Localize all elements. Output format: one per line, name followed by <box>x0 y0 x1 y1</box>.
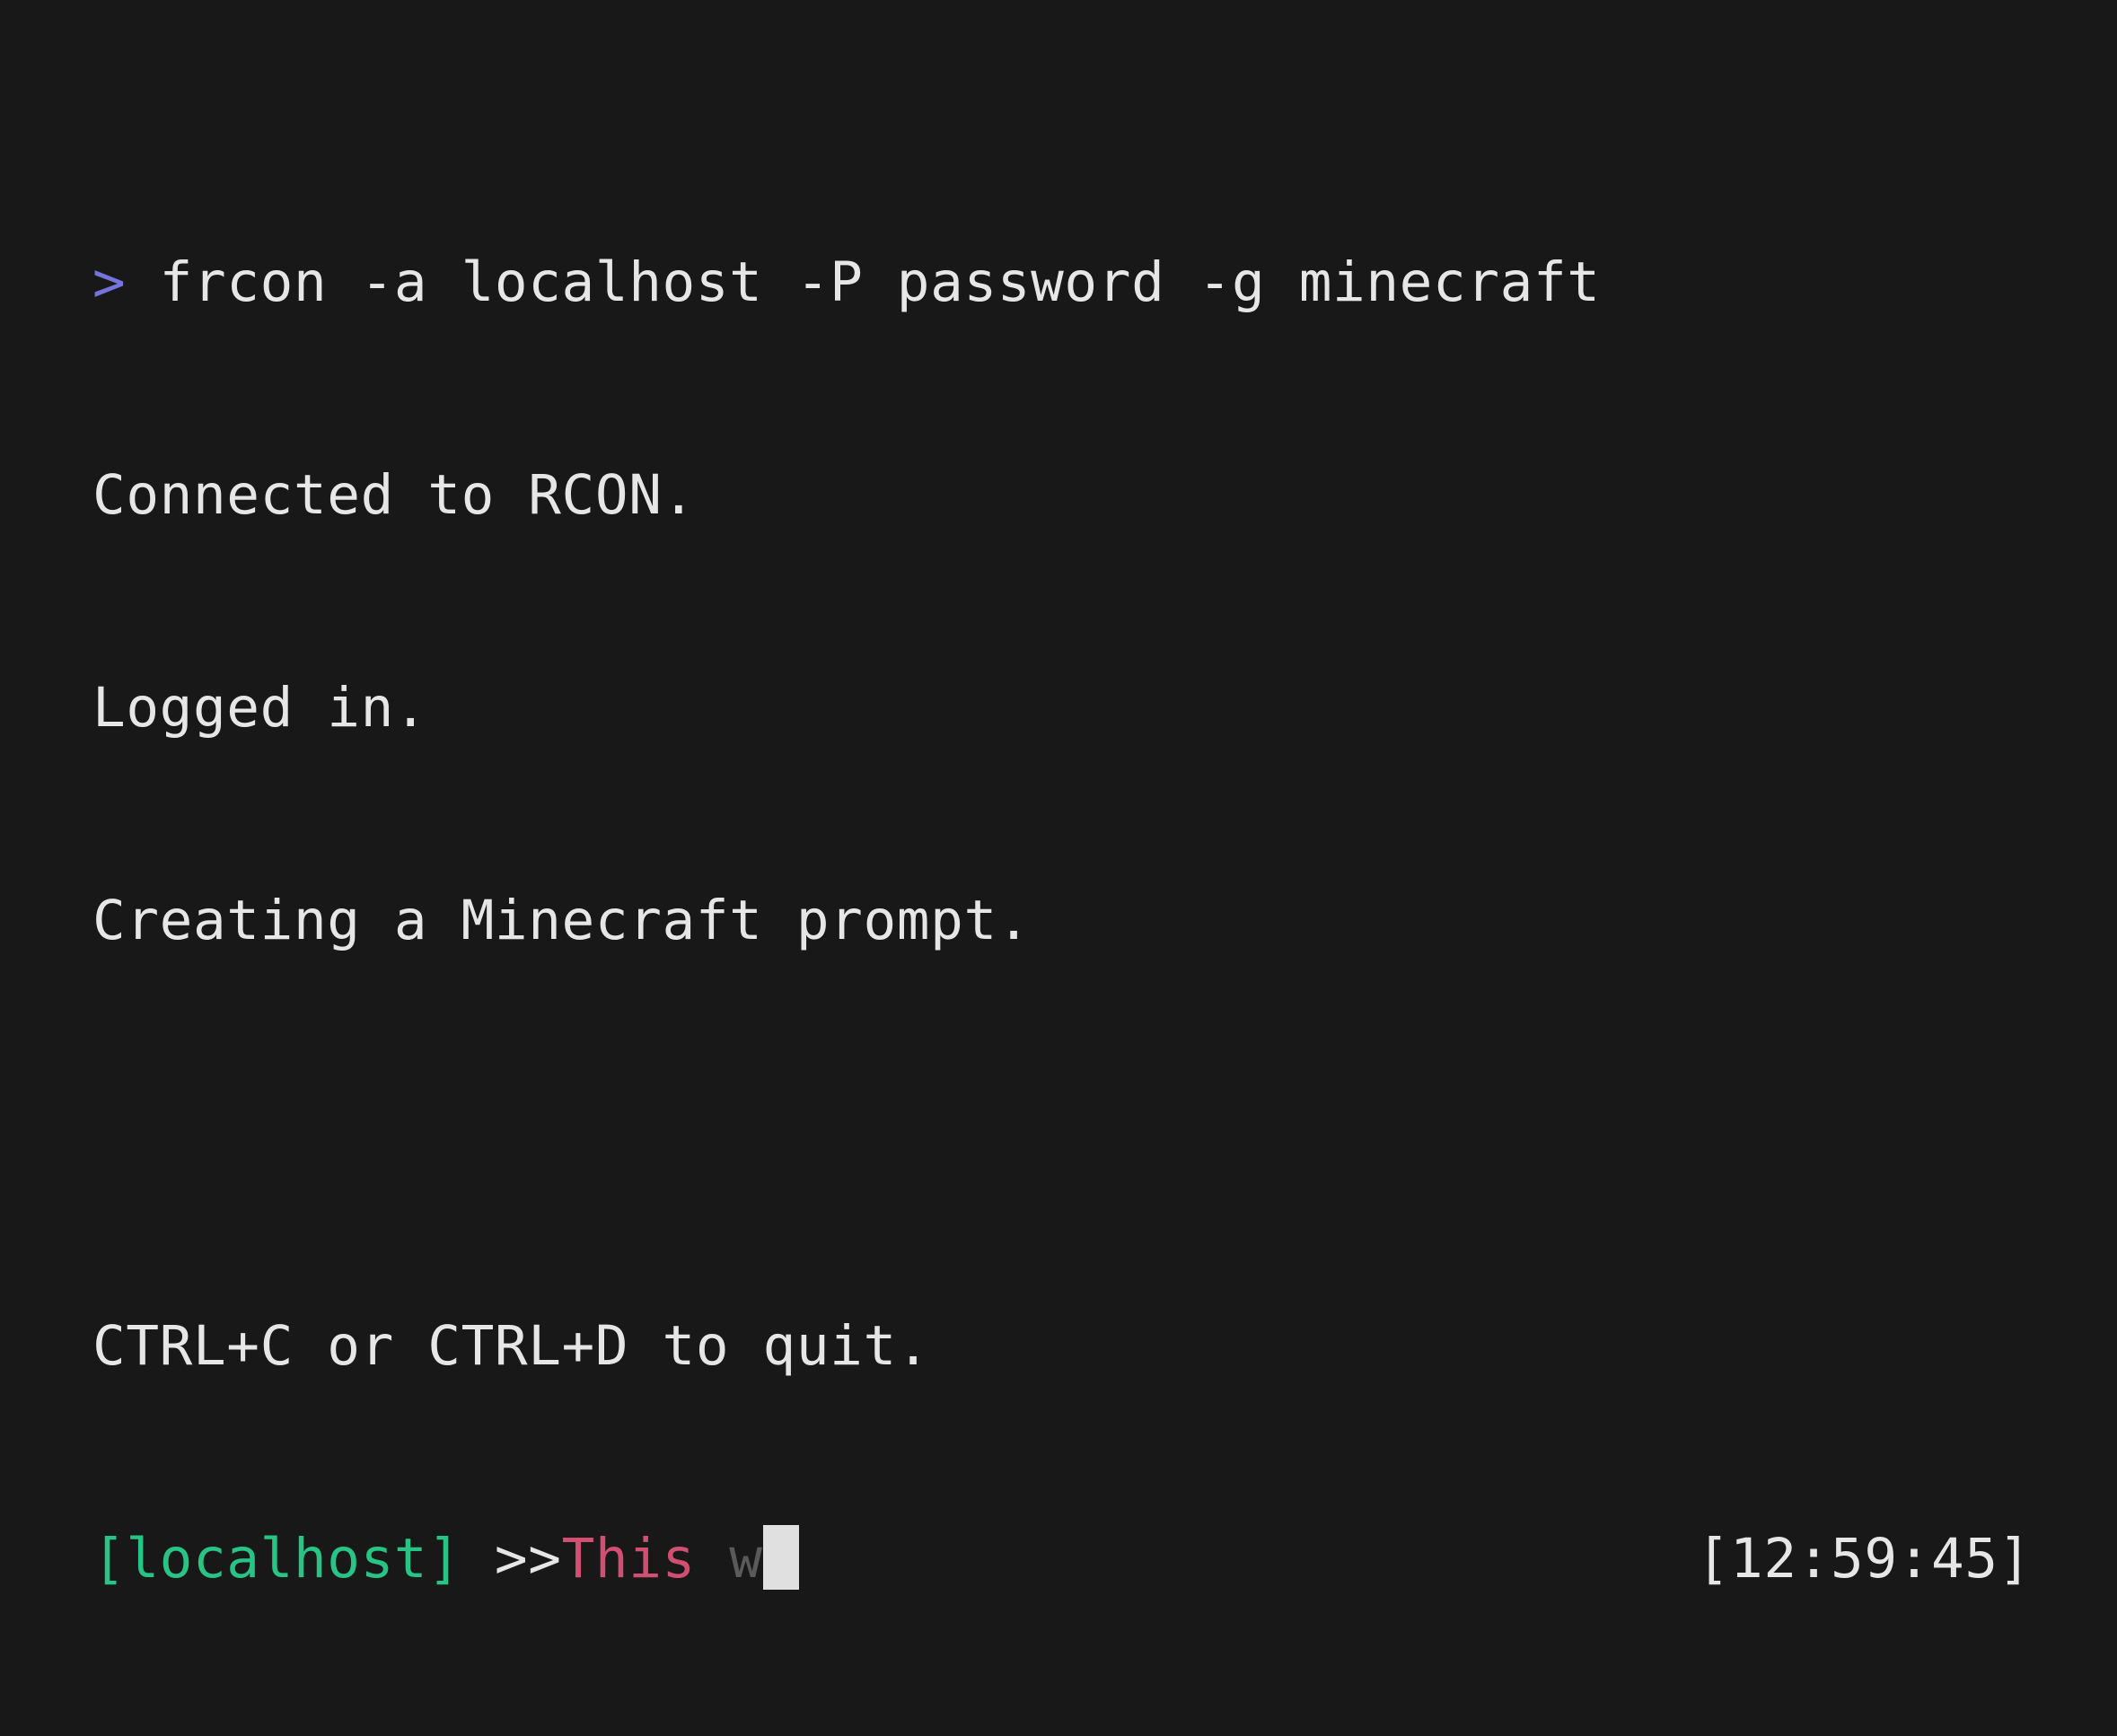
output-line: Creating a Minecraft prompt. <box>92 889 1032 952</box>
prompt-arrow-icon: > <box>92 250 127 314</box>
host-tag: [localhost] <box>92 1527 461 1591</box>
command-text: frcon -a localhost -P password -g minecr… <box>159 250 1601 314</box>
repl-autosuggestion: w <box>729 1527 763 1591</box>
terminal-screen: > frcon -a localhost -P password -g mine… <box>92 105 2032 1736</box>
clock-timestamp: [12:59:45] <box>1696 1527 2032 1591</box>
output-line: CTRL+C or CTRL+D to quit. <box>92 1314 931 1378</box>
repl-prompt-separator: >> <box>494 1527 562 1591</box>
output-line: Connected to RCON. <box>92 463 696 527</box>
repl-typed-text[interactable]: This <box>562 1527 696 1591</box>
repl-input-line[interactable]: [localhost] >>This w [12:59:45] <box>92 1523 2032 1594</box>
terminal-window[interactable]: > frcon -a localhost -P password -g mine… <box>0 0 2117 1591</box>
output-line: Logged in. <box>92 676 428 740</box>
command-line: > frcon -a localhost -P password -g mine… <box>92 247 2032 318</box>
text-cursor <box>762 1525 799 1590</box>
